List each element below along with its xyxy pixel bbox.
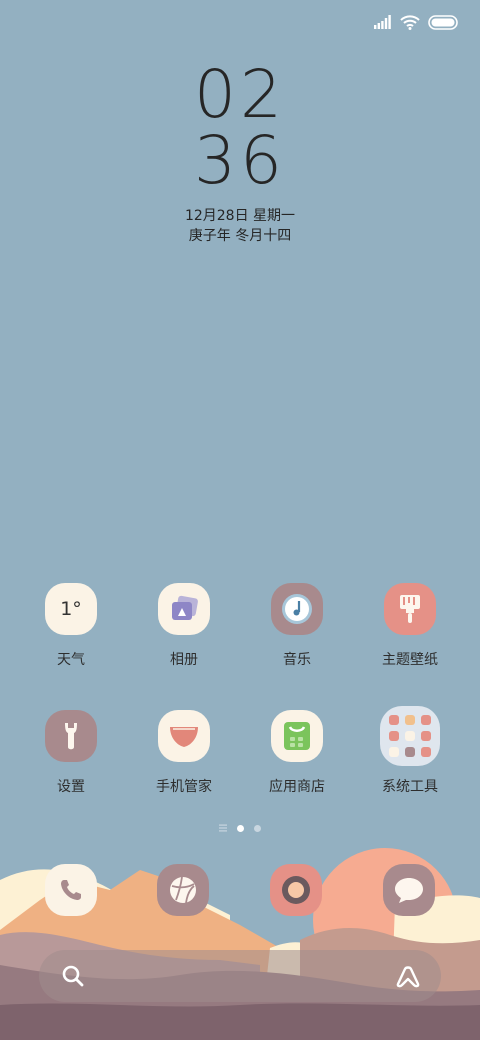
search-bar[interactable] xyxy=(39,950,441,1002)
app-store-icon xyxy=(271,710,323,762)
menu-lines-icon xyxy=(219,824,227,832)
security-icon xyxy=(158,710,210,762)
dock-messages-button[interactable] xyxy=(383,864,435,916)
app-store[interactable]: 应用商店 xyxy=(242,710,352,796)
phone-icon xyxy=(61,880,81,900)
app-weather[interactable]: 1° 天气 xyxy=(16,583,126,669)
dock-browser-button[interactable] xyxy=(157,864,209,916)
app-label: 手机管家 xyxy=(156,779,212,795)
app-label: 应用商店 xyxy=(269,779,325,795)
app-label: 设置 xyxy=(57,779,85,795)
clock-minute: 36 xyxy=(194,122,286,199)
app-label: 天气 xyxy=(57,652,85,668)
weather-temperature: 1° xyxy=(60,598,82,620)
browser-icon xyxy=(170,876,196,904)
app-folder-system-tools[interactable]: 系统工具 xyxy=(355,706,465,796)
app-music[interactable]: 音乐 xyxy=(242,583,352,669)
search-icon[interactable] xyxy=(61,964,85,988)
folder-icon xyxy=(380,706,440,766)
page-dot-active xyxy=(237,824,244,832)
app-settings[interactable]: 设置 xyxy=(16,710,126,796)
status-bar xyxy=(374,12,460,32)
app-label: 主题壁纸 xyxy=(382,652,438,668)
gallery-icon xyxy=(158,583,210,635)
dock-phone-button[interactable] xyxy=(45,864,97,916)
music-icon xyxy=(271,583,323,635)
lockscreen-clock: 02 36 12月28日 星期一 庚子年 冬月十四 xyxy=(0,62,480,246)
weather-icon: 1° xyxy=(45,583,97,635)
page-dot xyxy=(254,824,261,832)
app-security[interactable]: 手机管家 xyxy=(129,710,239,796)
app-label: 系统工具 xyxy=(382,779,438,795)
settings-icon xyxy=(45,710,97,762)
battery-icon xyxy=(428,14,458,30)
lunar-date-text: 庚子年 冬月十四 xyxy=(188,228,292,244)
assistant-icon[interactable] xyxy=(395,964,421,988)
messages-icon xyxy=(395,878,423,903)
wifi-icon xyxy=(400,14,420,30)
signal-icon xyxy=(374,15,391,29)
camera-icon xyxy=(282,876,310,904)
theme-icon xyxy=(384,583,436,635)
app-label: 音乐 xyxy=(283,652,311,668)
clock-hour: 02 xyxy=(194,56,286,133)
page-indicator[interactable] xyxy=(0,824,480,832)
app-themes[interactable]: 主题壁纸 xyxy=(355,583,465,669)
app-gallery[interactable]: 相册 xyxy=(129,583,239,669)
dock-camera-button[interactable] xyxy=(270,864,322,916)
app-label: 相册 xyxy=(170,652,198,668)
date-text: 12月28日 星期一 xyxy=(184,208,296,224)
